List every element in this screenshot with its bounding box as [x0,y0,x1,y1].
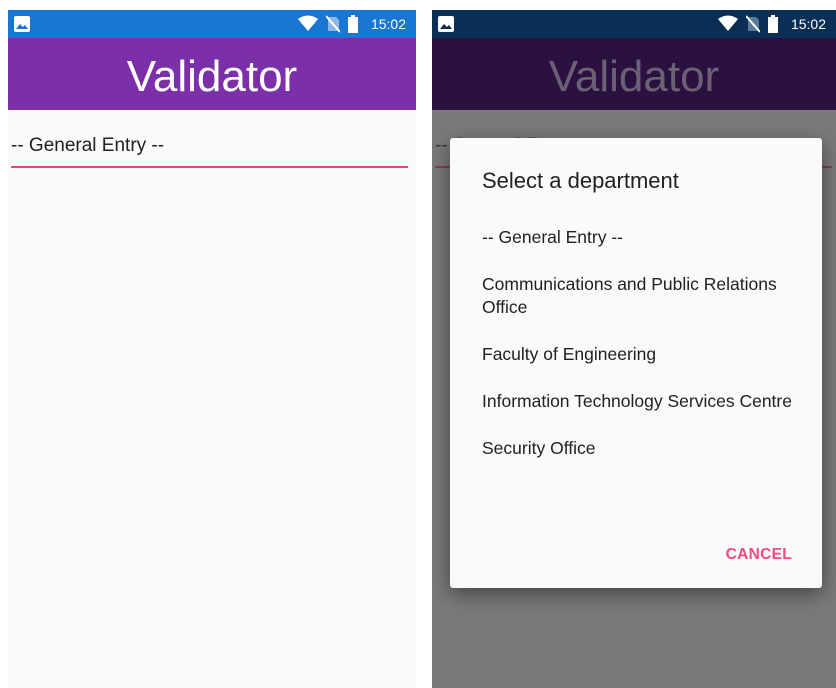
app-title: Validator [548,52,720,101]
app-bar: Validator [432,38,836,110]
spinner-underline [11,166,408,168]
department-dialog: Select a department -- General Entry -- … [450,138,822,588]
department-option-general-entry[interactable]: -- General Entry -- [482,226,802,249]
spinner-selected-value: -- General Entry -- [11,135,165,156]
battery-icon [348,15,358,33]
dialog-screen: 15:02 Validator -- General Entry -- Sele… [432,10,836,688]
no-sim-icon [746,15,760,33]
image-icon [438,16,454,32]
department-option-its-centre[interactable]: Information Technology Services Centre [482,390,802,413]
status-bar: 15:02 [432,10,836,38]
wifi-icon [718,15,738,31]
dialog-title: Select a department [482,168,679,193]
no-sim-icon [326,15,340,33]
department-option-security[interactable]: Security Office [482,437,802,460]
main-screen: 15:02 Validator -- General Entry -- [8,10,416,688]
status-time: 15:02 [370,16,406,32]
app-bar: Validator [8,38,416,110]
department-list: -- General Entry -- Communications and P… [482,226,802,484]
battery-icon [768,15,778,33]
cancel-button[interactable]: CANCEL [726,546,792,564]
image-icon [14,16,30,32]
department-option-communications[interactable]: Communications and Public Relations Offi… [482,273,802,319]
department-spinner[interactable]: -- General Entry -- [8,128,412,168]
department-option-engineering[interactable]: Faculty of Engineering [482,343,802,366]
status-time: 15:02 [790,16,826,32]
wifi-icon [298,15,318,31]
status-bar: 15:02 [8,10,416,38]
app-title: Validator [126,52,298,101]
